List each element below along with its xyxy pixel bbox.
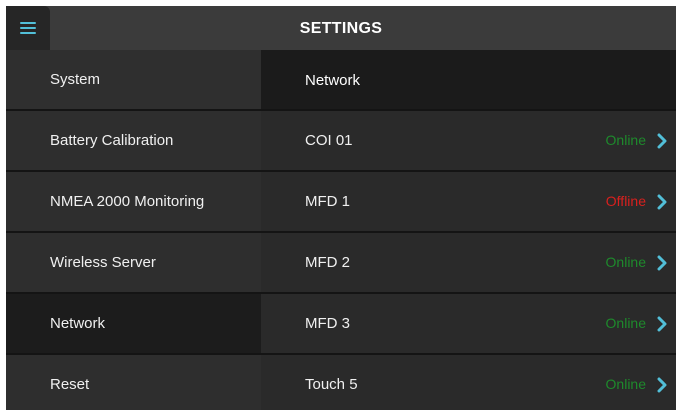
row-divider [6,292,676,294]
network-panel: Network COI 01 Online MFD 1 Offline MFD … [261,50,676,410]
device-row-coi-01[interactable]: COI 01 Online [261,111,676,170]
sidebar-item-network[interactable]: Network [6,294,261,353]
row-divider [6,353,676,355]
device-name: Touch 5 [305,376,358,393]
settings-screen: SETTINGS System Battery Calibration NMEA… [6,6,676,410]
sidebar-item-label: Battery Calibration [50,132,174,149]
status-badge: Online [605,254,646,270]
device-row-mfd-3[interactable]: MFD 3 Online [261,294,676,353]
row-divider [6,231,676,233]
device-name: COI 01 [305,132,353,149]
sidebar-item-label: System [50,71,101,88]
header-bar: SETTINGS [6,6,676,50]
device-name: MFD 3 [305,315,350,332]
device-name: MFD 1 [305,193,350,210]
panel-title: Network [261,50,676,110]
sidebar-item-wireless-server[interactable]: Wireless Server [6,233,261,292]
hamburger-menu-icon [20,22,36,34]
status-badge: Online [605,315,646,331]
status-badge: Offline [605,193,646,209]
sidebar-item-nmea-2000-monitoring[interactable]: NMEA 2000 Monitoring [6,172,261,231]
status-badge: Online [605,132,646,148]
sidebar-item-label: NMEA 2000 Monitoring [50,193,205,210]
chevron-right-icon [657,316,667,332]
sidebar-item-system[interactable]: System [6,50,261,109]
page-title: SETTINGS [299,20,383,37]
sidebar-item-reset[interactable]: Reset [6,355,261,410]
menu-button[interactable] [6,6,50,50]
chevron-right-icon [657,194,667,210]
row-divider [6,170,676,172]
sidebar-item-label: Reset [50,376,90,393]
device-name: MFD 2 [305,254,350,271]
device-row-touch-5[interactable]: Touch 5 Online [261,355,676,410]
device-row-mfd-1[interactable]: MFD 1 Offline [261,172,676,231]
sidebar-item-label: Network [50,315,106,332]
sidebar-item-battery-calibration[interactable]: Battery Calibration [6,111,261,170]
chevron-right-icon [657,255,667,271]
sidebar-item-label: Wireless Server [50,254,156,271]
row-divider [6,109,676,111]
settings-sidebar: System Battery Calibration NMEA 2000 Mon… [6,50,261,410]
chevron-right-icon [657,133,667,149]
status-badge: Online [605,376,646,392]
device-row-mfd-2[interactable]: MFD 2 Online [261,233,676,292]
chevron-right-icon [657,377,667,393]
